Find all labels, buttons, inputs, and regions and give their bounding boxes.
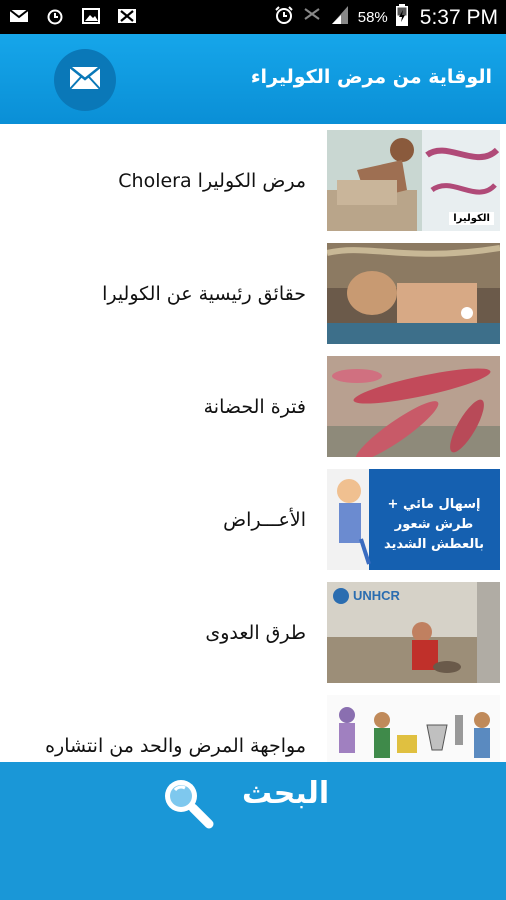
envelope-icon xyxy=(8,7,30,25)
list-item-prevention[interactable]: مواجهة المرض والحد من انتشاره xyxy=(0,689,506,762)
battery-charging-icon xyxy=(395,4,408,31)
thumbnail-bacteria xyxy=(327,356,500,457)
thumbnail-unhcr-camp: UNHCR xyxy=(327,582,500,683)
system-status: 58% 5:37 PM xyxy=(274,4,498,31)
list-item-label: حقائق رئيسية عن الكوليرا xyxy=(102,282,306,305)
signal-mute-icon xyxy=(302,5,322,30)
list-item-label: طرق العدوى xyxy=(205,621,306,644)
image-icon xyxy=(80,7,102,25)
thumbnail-hygiene-cartoon xyxy=(327,695,500,762)
signal-icon xyxy=(330,4,350,31)
list-item-key-facts[interactable]: حقائق رئيسية عن الكوليرا xyxy=(0,237,506,352)
app-title: الوقاية من مرض الكوليراء xyxy=(250,66,492,88)
no-image-icon xyxy=(116,7,138,25)
thumb-poster-text: إسهال مائي + طرش شعور بالعطش الشديد xyxy=(383,497,484,552)
list-item-cholera-disease[interactable]: الكوليرا مرض الكوليرا Cholera xyxy=(0,124,506,239)
bottom-search-bar[interactable]: البحث xyxy=(0,762,506,900)
topics-list: الكوليرا مرض الكوليرا Cholera حقائق رئيس… xyxy=(0,124,506,762)
mail-button[interactable] xyxy=(54,49,116,111)
thumb-unhcr-text: UNHCR xyxy=(353,588,400,603)
list-item-label: فترة الحضانة xyxy=(203,395,306,418)
magnifier-icon[interactable] xyxy=(157,772,217,832)
thumbnail-cholera-child: الكوليرا xyxy=(327,130,500,231)
thumbnail-sick-child xyxy=(327,243,500,344)
battery-percent: 58% xyxy=(357,9,388,26)
list-item-label: مرض الكوليرا Cholera xyxy=(118,169,306,192)
alarm-icon xyxy=(44,7,66,25)
thumbnail-symptoms-poster: إسهال مائي + طرش شعور بالعطش الشديد xyxy=(327,469,500,570)
envelope-icon xyxy=(69,66,101,94)
search-label[interactable]: البحث xyxy=(242,776,329,811)
list-item-label: الأعـــراض xyxy=(223,508,306,531)
clock: 5:37 PM xyxy=(419,5,498,29)
list-item-incubation[interactable]: فترة الحضانة xyxy=(0,350,506,465)
alarm-clock-icon xyxy=(274,5,294,30)
list-item-symptoms[interactable]: إسهال مائي + طرش شعور بالعطش الشديد الأع… xyxy=(0,463,506,578)
list-item-transmission[interactable]: UNHCR طرق العدوى xyxy=(0,576,506,691)
thumb-caption: الكوليرا xyxy=(449,212,494,225)
app-bar: الوقاية من مرض الكوليراء xyxy=(0,34,506,124)
status-bar: 58% 5:37 PM xyxy=(0,0,506,34)
list-item-label: مواجهة المرض والحد من انتشاره xyxy=(45,734,306,757)
notification-icons xyxy=(8,7,138,25)
